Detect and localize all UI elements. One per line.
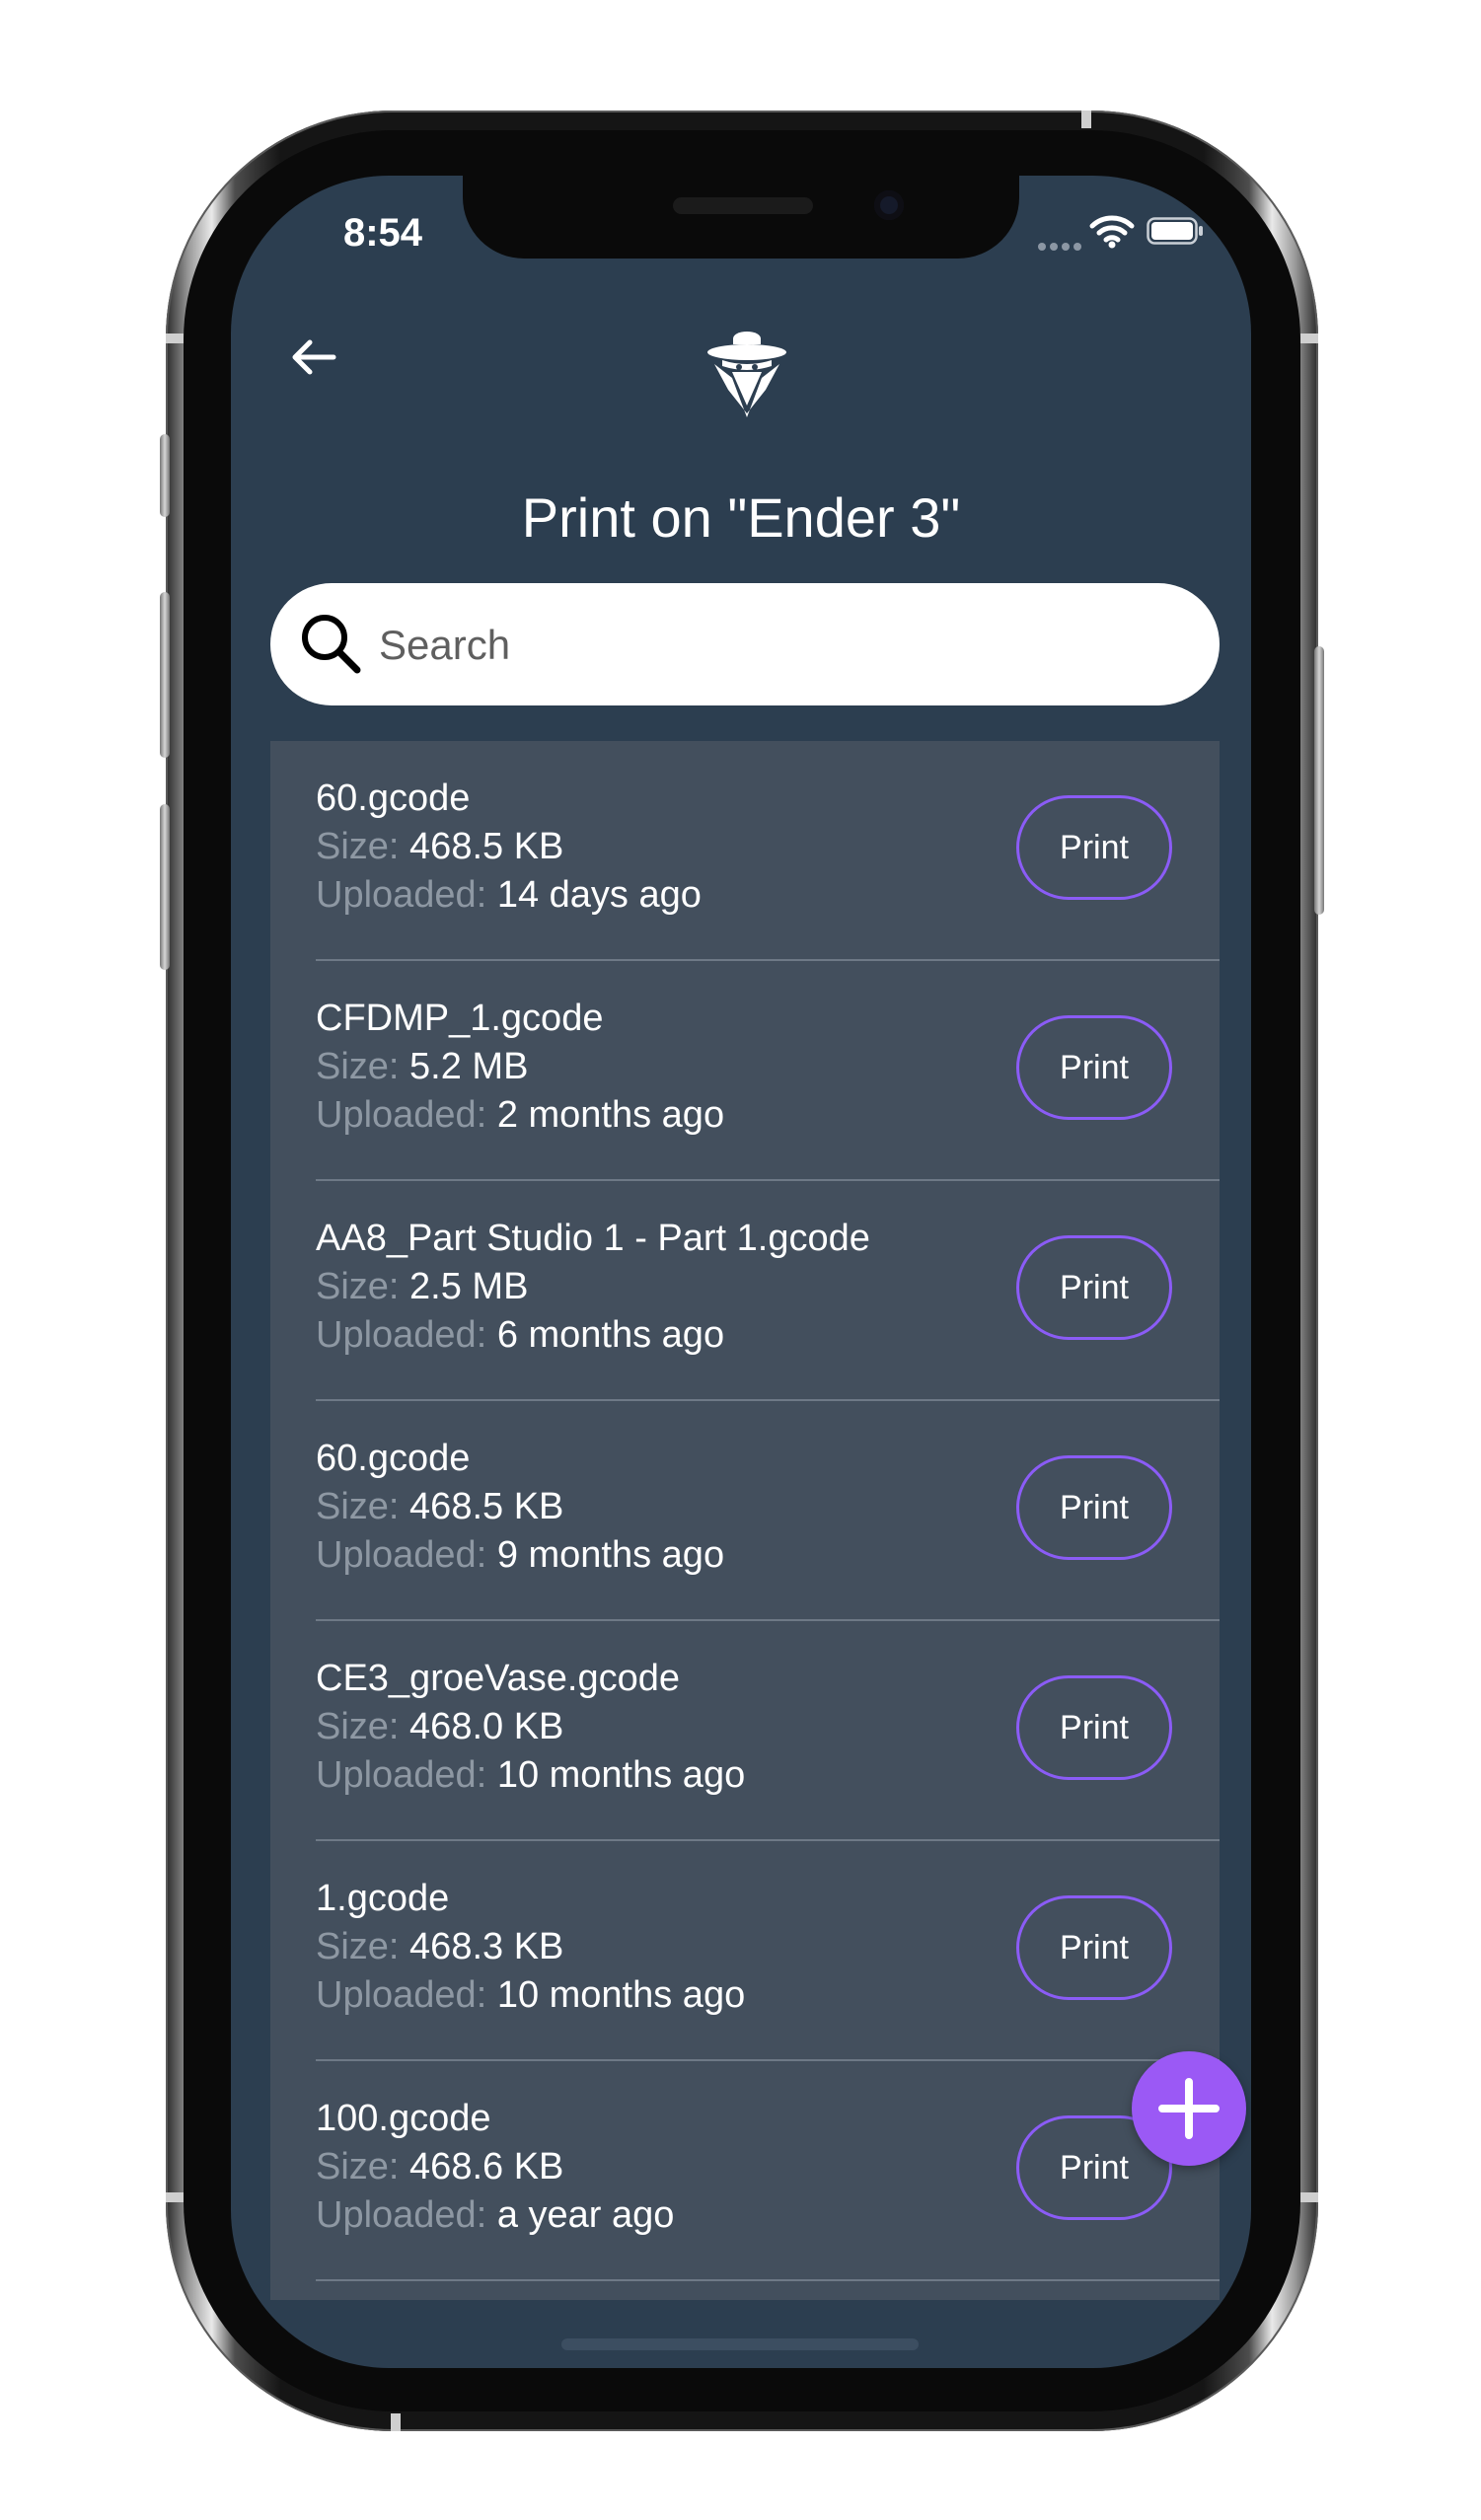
file-uploaded-line: Uploaded: 9 months ago — [316, 1531, 724, 1579]
file-uploaded: 10 months ago — [496, 1754, 746, 1796]
file-uploaded: 2 months ago — [496, 1094, 725, 1136]
file-name: 1.gcode — [316, 1878, 450, 1919]
file-list[interactable]: 60.gcode Size: 468.5 KB Uploaded: 14 day… — [270, 741, 1220, 2300]
arrow-left-icon — [292, 339, 336, 375]
file-uploaded: 10 months ago — [496, 1974, 746, 2016]
wifi-icon — [1089, 215, 1135, 249]
cellular-signal-icon — [1038, 238, 1087, 251]
file-size: 2.5 MB — [409, 1266, 529, 1307]
notch — [463, 176, 1019, 259]
uploaded-label: Uploaded: — [316, 1754, 487, 1796]
file-uploaded: 9 months ago — [496, 1534, 725, 1576]
size-label: Size: — [316, 1046, 400, 1087]
file-name: 60.gcode — [316, 1438, 471, 1479]
uploaded-label: Uploaded: — [316, 1094, 487, 1136]
file-size-line: Size: 468.6 KB — [316, 2143, 563, 2190]
file-name: CE3_groeVase.gcode — [316, 1658, 680, 1699]
size-label: Size: — [316, 2146, 400, 2187]
antenna-line — [391, 2413, 401, 2431]
antenna-line — [1300, 2192, 1318, 2202]
file-size: 468.0 KB — [409, 1706, 564, 1747]
speaker-grille — [673, 197, 813, 214]
list-item[interactable]: 100.gcode Size: 468.6 KB Uploaded: a yea… — [270, 2061, 1220, 2281]
search-input[interactable] — [377, 609, 1190, 682]
list-item[interactable]: CFDMP_1.gcode Size: 5.2 MB Uploaded: 2 m… — [270, 961, 1220, 1181]
file-size-line: Size: 468.3 KB — [316, 1923, 563, 1970]
file-uploaded-line: Uploaded: 2 months ago — [316, 1091, 724, 1139]
file-uploaded-line: Uploaded: 6 months ago — [316, 1311, 724, 1359]
file-size: 468.5 KB — [409, 826, 564, 867]
file-size: 468.5 KB — [409, 1486, 564, 1527]
status-time: 8:54 — [342, 211, 423, 255]
uploaded-label: Uploaded: — [316, 1314, 487, 1356]
size-label: Size: — [316, 1266, 400, 1307]
uploaded-label: Uploaded: — [316, 874, 487, 916]
file-size: 468.6 KB — [409, 2146, 564, 2187]
front-camera — [874, 190, 904, 220]
print-button[interactable]: Print — [1016, 1895, 1172, 2000]
page-title: Print on "Ender 3" — [521, 486, 961, 549]
app-screen: 8:54 Print on "Ender 3" Search 60.gcode … — [231, 176, 1251, 2368]
file-uploaded-line: Uploaded: 10 months ago — [316, 1971, 745, 2019]
file-size-line: Size: 468.5 KB — [316, 823, 563, 870]
back-button[interactable] — [282, 326, 345, 389]
size-label: Size: — [316, 1926, 400, 1967]
power-button — [1314, 646, 1324, 915]
spy-hat-logo-icon — [707, 332, 786, 417]
file-size-line: Size: 468.0 KB — [316, 1703, 563, 1750]
file-size-line: Size: 2.5 MB — [316, 1263, 528, 1310]
file-uploaded: a year ago — [496, 2194, 675, 2236]
file-uploaded: 6 months ago — [496, 1314, 725, 1356]
volume-up-button — [160, 592, 170, 758]
list-item[interactable]: AA8_Part Studio 1 - Part 1.gcode Size: 2… — [270, 1181, 1220, 1401]
file-name: AA8_Part Studio 1 - Part 1.gcode — [316, 1218, 870, 1259]
volume-down-button — [160, 804, 170, 970]
mute-switch — [160, 434, 170, 517]
file-size-line: Size: 5.2 MB — [316, 1043, 528, 1090]
file-uploaded-line: Uploaded: 14 days ago — [316, 871, 702, 919]
file-name: 100.gcode — [316, 2098, 491, 2139]
plus-icon — [1158, 2078, 1220, 2139]
search-bar[interactable] — [270, 583, 1220, 705]
print-button[interactable]: Print — [1016, 1675, 1172, 1780]
antenna-line — [166, 2192, 184, 2202]
size-label: Size: — [316, 1706, 400, 1747]
add-file-button[interactable] — [1132, 2051, 1246, 2166]
print-button[interactable]: Print — [1016, 795, 1172, 900]
antenna-line — [166, 334, 184, 343]
uploaded-label: Uploaded: — [316, 1974, 487, 2016]
search-icon — [302, 615, 361, 674]
file-uploaded-line: Uploaded: 10 months ago — [316, 1751, 745, 1799]
antenna-line — [1300, 334, 1318, 343]
list-item[interactable]: 1.gcode Size: 468.3 KB Uploaded: 10 mont… — [270, 1841, 1220, 2061]
list-item[interactable]: CE3_groeVase.gcode Size: 468.0 KB Upload… — [270, 1621, 1220, 1841]
print-button[interactable]: Print — [1016, 1015, 1172, 1120]
uploaded-label: Uploaded: — [316, 2194, 487, 2236]
home-indicator — [561, 2338, 919, 2350]
print-button[interactable]: Print — [1016, 1455, 1172, 1560]
battery-icon — [1147, 217, 1203, 245]
file-uploaded-line: Uploaded: a year ago — [316, 2191, 674, 2239]
file-uploaded: 14 days ago — [496, 874, 702, 916]
list-item[interactable]: 60.gcode Size: 468.5 KB Uploaded: 14 day… — [270, 741, 1220, 961]
file-size-line: Size: 468.5 KB — [316, 1483, 563, 1530]
file-size: 468.3 KB — [409, 1926, 564, 1967]
size-label: Size: — [316, 826, 400, 867]
file-name: CFDMP_1.gcode — [316, 998, 604, 1039]
list-item[interactable]: 60.gcode Size: 468.5 KB Uploaded: 9 mont… — [270, 1401, 1220, 1621]
size-label: Size: — [316, 1486, 400, 1527]
file-name: 60.gcode — [316, 778, 471, 819]
file-size: 5.2 MB — [409, 1046, 529, 1087]
uploaded-label: Uploaded: — [316, 1534, 487, 1576]
print-button[interactable]: Print — [1016, 1235, 1172, 1340]
antenna-line — [1081, 111, 1091, 128]
